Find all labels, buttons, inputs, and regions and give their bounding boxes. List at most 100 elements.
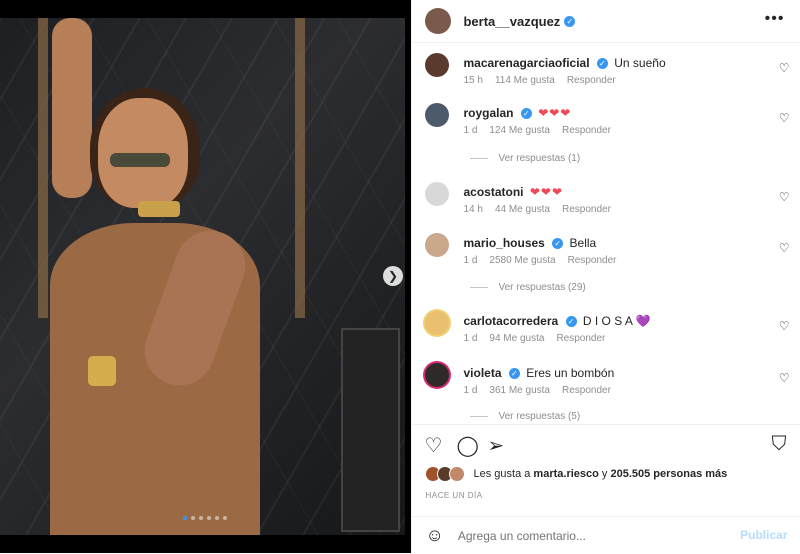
heart-outline-icon[interactable]: ♡ xyxy=(779,241,790,255)
comment-username[interactable]: carlotacorredera xyxy=(463,314,558,328)
mirror xyxy=(341,328,400,532)
reply-button[interactable]: Responder xyxy=(562,125,611,136)
comment-likes[interactable]: 361 Me gusta xyxy=(489,385,550,396)
post-time-ago[interactable]: HACE UN DÍA xyxy=(425,491,482,500)
commenter-avatar[interactable] xyxy=(425,363,450,387)
comment-time[interactable]: 1 d xyxy=(463,385,477,396)
comment-time[interactable]: 1 d xyxy=(463,333,477,344)
instagram-post-view: ❯ berta__vazquez ✓ ••• macarenagarciaofi… xyxy=(0,0,800,553)
comment-likes[interactable]: 114 Me gusta xyxy=(495,75,555,86)
comment-meta: 1 d 94 Me gusta Responder xyxy=(463,333,605,344)
reply-button[interactable]: Responder xyxy=(556,333,605,344)
wood-frame-right xyxy=(295,18,305,318)
comments-list[interactable]: macarenagarciaoficial ✓ Un sueño 15 h 11… xyxy=(412,43,800,423)
more-horizontal-icon[interactable]: ••• xyxy=(765,10,785,28)
carousel-dot xyxy=(215,516,219,520)
verified-badge-icon: ✓ xyxy=(552,238,564,250)
comment-likes[interactable]: 2580 Me gusta xyxy=(489,255,555,266)
comment-text: Bella xyxy=(569,236,597,250)
comment-username[interactable]: macarenagarciaoficial xyxy=(463,56,589,70)
post-comment-button[interactable]: Publicar xyxy=(740,528,787,542)
comment-username[interactable]: acostatoni xyxy=(463,185,523,199)
reply-button[interactable]: Responder xyxy=(562,385,611,396)
view-replies-button[interactable]: Ver respuestas (1) xyxy=(470,153,580,164)
author-username[interactable]: berta__vazquez xyxy=(463,14,560,29)
view-replies-button[interactable]: Ver respuestas (29) xyxy=(470,282,585,293)
likes-prefix: Les gusta a xyxy=(473,468,531,480)
reply-button[interactable]: Responder xyxy=(567,75,616,86)
heart-outline-icon[interactable]: ♡ xyxy=(779,371,790,385)
comment-username[interactable]: mario_houses xyxy=(463,236,544,250)
comment-likes[interactable]: 44 Me gusta xyxy=(495,204,550,215)
commenter-avatar[interactable] xyxy=(425,103,450,127)
comment-text: Un sueño xyxy=(614,56,666,70)
comment-time[interactable]: 14 h xyxy=(463,204,482,215)
commenter-avatar[interactable] xyxy=(425,182,450,206)
bookmark-icon[interactable]: ⛉ xyxy=(771,433,786,456)
likes-text[interactable]: Les gusta a marta.riesco y 205.505 perso… xyxy=(473,468,727,480)
comment-meta: 1 d 2580 Me gusta Responder xyxy=(463,255,616,266)
verified-badge-icon: ✓ xyxy=(565,316,577,328)
post-panel: berta__vazquez ✓ ••• macarenagarciaofici… xyxy=(411,0,800,553)
verified-badge-icon: ✓ xyxy=(596,58,608,70)
comment-body: macarenagarciaoficial ✓ Un sueño xyxy=(463,56,665,70)
comment-username[interactable]: violeta xyxy=(463,366,501,380)
likes-user[interactable]: marta.riesco xyxy=(533,468,598,480)
view-replies-button[interactable]: Ver respuestas (5) xyxy=(470,411,580,422)
comment-bubble-icon[interactable]: ◯ xyxy=(456,433,478,458)
comment-meta: 1 d 124 Me gusta Responder xyxy=(463,125,610,136)
commenter-avatar[interactable] xyxy=(425,311,450,335)
carousel-dots xyxy=(183,516,227,520)
commenter-avatar[interactable] xyxy=(425,233,450,257)
commenter-avatar[interactable] xyxy=(425,53,450,77)
comment-meta: 14 h 44 Me gusta Responder xyxy=(463,204,610,215)
action-bar: ♡ ◯ ➢ ⛉ xyxy=(412,424,800,461)
reply-button[interactable]: Responder xyxy=(568,255,617,266)
heart-emoji-icon: ❤❤❤ xyxy=(538,106,572,120)
reply-button[interactable]: Responder xyxy=(562,204,611,215)
gold-bracelet xyxy=(88,356,116,386)
heart-outline-icon[interactable]: ♡ xyxy=(779,190,790,204)
like-heart-icon[interactable]: ♡ xyxy=(424,433,442,458)
likes-summary: Les gusta a marta.riesco y 205.505 perso… xyxy=(425,466,727,482)
model-figure xyxy=(30,18,270,535)
verified-badge-icon: ✓ xyxy=(564,15,576,27)
heart-emoji-icon: ❤❤❤ xyxy=(529,185,564,199)
comment-meta: 1 d 361 Me gusta Responder xyxy=(463,385,610,396)
comment-input[interactable] xyxy=(455,527,720,544)
author-avatar[interactable] xyxy=(425,8,452,34)
carousel-dot xyxy=(183,516,187,520)
likes-joiner: y xyxy=(601,468,608,480)
comment-time[interactable]: 15 h xyxy=(463,75,482,86)
raised-arm xyxy=(52,18,92,198)
carousel-dot xyxy=(223,516,227,520)
comment-body: mario_houses ✓ Bella xyxy=(463,236,596,250)
comment-body: carlotacorredera ✓ D I O S A 💜 xyxy=(463,314,650,328)
comment-time[interactable]: 1 d xyxy=(463,125,477,136)
photo-pane: ❯ xyxy=(0,0,412,553)
purple-heart-icon: 💜 xyxy=(635,314,651,328)
heart-outline-icon[interactable]: ♡ xyxy=(779,319,790,333)
post-header: berta__vazquez ✓ ••• xyxy=(412,0,800,43)
liker-avatar xyxy=(449,466,466,482)
carousel-dot xyxy=(199,516,203,520)
comment-likes[interactable]: 124 Me gusta xyxy=(489,125,550,136)
sunglasses xyxy=(110,153,170,167)
comment-meta: 15 h 114 Me gusta Responder xyxy=(463,75,615,86)
emoji-icon[interactable]: ☺ xyxy=(425,525,443,546)
gold-choker xyxy=(138,201,180,217)
comment-text: D I O S A xyxy=(582,314,633,328)
comment-time[interactable]: 1 d xyxy=(463,255,477,266)
carousel-next-button[interactable]: ❯ xyxy=(383,266,403,286)
post-photo[interactable] xyxy=(0,18,405,535)
heart-outline-icon[interactable]: ♡ xyxy=(779,61,790,75)
comment-likes[interactable]: 94 Me gusta xyxy=(489,333,544,344)
verified-badge-icon: ✓ xyxy=(508,368,520,380)
comment-text: Eres un bombón xyxy=(526,366,615,380)
comment-composer: ☺ Publicar xyxy=(412,516,800,554)
likes-count[interactable]: 205.505 personas más xyxy=(610,468,727,480)
comment-username[interactable]: roygalan xyxy=(463,106,513,120)
share-send-icon[interactable]: ➢ xyxy=(487,433,504,458)
heart-outline-icon[interactable]: ♡ xyxy=(779,111,790,125)
verified-badge-icon: ✓ xyxy=(520,108,532,120)
